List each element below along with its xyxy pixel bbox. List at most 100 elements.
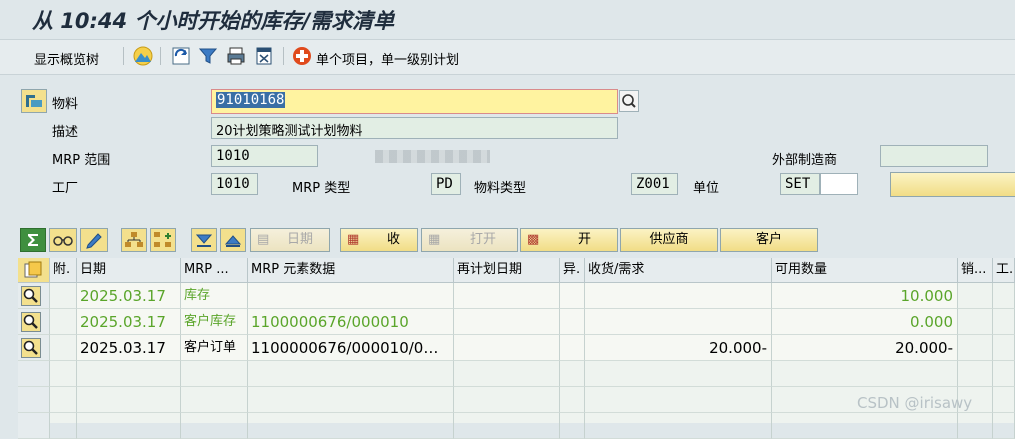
material-type-field: Z001 [631,173,678,195]
col-header-exception[interactable]: 异. [560,258,585,283]
table-cell [560,387,585,413]
table-cell [181,361,248,387]
vendor-button[interactable]: 供应商 [620,228,718,252]
customer-button[interactable]: 客户 [720,228,818,252]
start-button[interactable]: ▩ 开 [520,228,618,252]
cell-receipt [585,283,772,309]
description-label: 描述 [52,125,79,140]
table-cell [958,361,993,387]
table-cell [993,283,1015,309]
table-cell [454,361,560,387]
header-toggle-icon[interactable] [21,89,47,113]
table-cell [993,361,1015,387]
table-cell [248,387,454,413]
ext-manufacturer-label: 外部制造商 [772,153,838,168]
table-cell [772,361,958,387]
start-button-label: 开 [578,232,592,247]
toolbar-separator [123,47,124,65]
table-cell [958,309,993,335]
col-header-receipt-requirement[interactable]: 收货/需求 [585,258,772,283]
cell-element: 库存 [181,283,248,309]
header-action-button[interactable] [890,172,1015,197]
refresh-icon[interactable] [171,46,191,66]
table-cell [585,361,772,387]
cell-exc [560,335,585,361]
table-cell [77,387,181,413]
row-selector[interactable] [18,413,50,439]
stop-icon[interactable] [292,46,312,66]
calendar-disabled-icon: ▦ [428,232,441,247]
ext-manufacturer-field [880,145,988,167]
watermark: CSDN @irisawy [857,394,973,412]
single-item-planning-button[interactable]: 单个项目，单一级别计划 [316,49,459,68]
detail-magnifier-icon[interactable] [21,338,41,358]
detail-magnifier-icon[interactable] [21,312,41,332]
table-cell [50,361,77,387]
cell-available: 20.000- [772,335,958,361]
binoculars-icon[interactable] [49,228,77,252]
col-header-date[interactable]: 日期 [77,258,181,283]
toolbar-separator [283,47,284,65]
table-cell [77,361,181,387]
collapse-down-icon[interactable] [191,228,217,252]
col-header-available-qty[interactable]: 可用数量 [772,258,958,283]
expand-up-icon[interactable] [220,228,246,252]
col-header-attach[interactable]: 附. [50,258,77,283]
cell-reschedule [454,283,560,309]
table-cell [50,309,77,335]
table-cell [993,387,1015,413]
date-button[interactable]: ▤ 日期 [250,228,330,252]
material-field[interactable]: 91010168 [211,89,618,114]
cell-available: 0.000 [772,309,958,335]
show-overview-tree-button[interactable]: 显示概览树 [34,49,99,68]
col-header-reschedule-date[interactable]: 再计划日期 [454,258,560,283]
table-cell [993,309,1015,335]
row-selector[interactable] [18,283,50,309]
table-cell [181,387,248,413]
row-selector[interactable] [18,309,50,335]
page-title: 从 10:44 个小时开始的库存/需求清单 [32,9,395,33]
layout-icon [24,261,42,278]
open-button[interactable]: ▦ 打开 [421,228,518,252]
table-cell [958,283,993,309]
table-cell [560,361,585,387]
table-cell [50,413,77,439]
detail-magnifier-icon[interactable] [21,286,41,306]
cell-data [248,283,454,309]
table-cell [50,335,77,361]
document-icon[interactable] [254,46,274,66]
schedule-icon: ▩ [527,232,540,247]
row-selector[interactable] [18,335,50,361]
col-header-work[interactable]: 工. [993,258,1015,283]
mountain-icon[interactable] [133,46,153,66]
row-selector[interactable] [18,387,50,413]
sum-icon[interactable] [20,228,46,252]
search-help-icon[interactable] [619,90,639,112]
filter-icon[interactable] [198,46,218,66]
unit-extra-field[interactable] [820,173,858,195]
table-cell [50,283,77,309]
row-selector[interactable] [18,361,50,387]
cell-date: 2025.03.17 [77,283,181,309]
cell-element: 客户订单 [181,335,248,361]
cell-reschedule [454,335,560,361]
table-cell [993,335,1015,361]
edit-pencil-icon[interactable] [80,228,108,252]
mrp-area-label: MRP 范围 [52,153,111,168]
cell-data: 1100000676/000010/0… [248,335,454,361]
col-header-sales[interactable]: 销... [958,258,993,283]
receive-button[interactable]: ▦ 收 [340,228,418,252]
col-header-mrp-element-data[interactable]: MRP 元素数据 [248,258,454,283]
mrp-type-field: PD [431,173,461,195]
table-cell [248,413,454,439]
table-cell [248,361,454,387]
print-icon[interactable] [226,46,246,66]
unit-field: SET [780,173,820,195]
hierarchy-add-icon[interactable] [150,228,176,252]
hierarchy-up-icon[interactable] [121,228,147,252]
col-header-mrp-element[interactable]: MRP ... [181,258,248,283]
select-all-cell[interactable] [18,258,50,283]
cell-receipt [585,309,772,335]
cell-date: 2025.03.17 [77,335,181,361]
mrp-type-label: MRP 类型 [292,181,351,196]
